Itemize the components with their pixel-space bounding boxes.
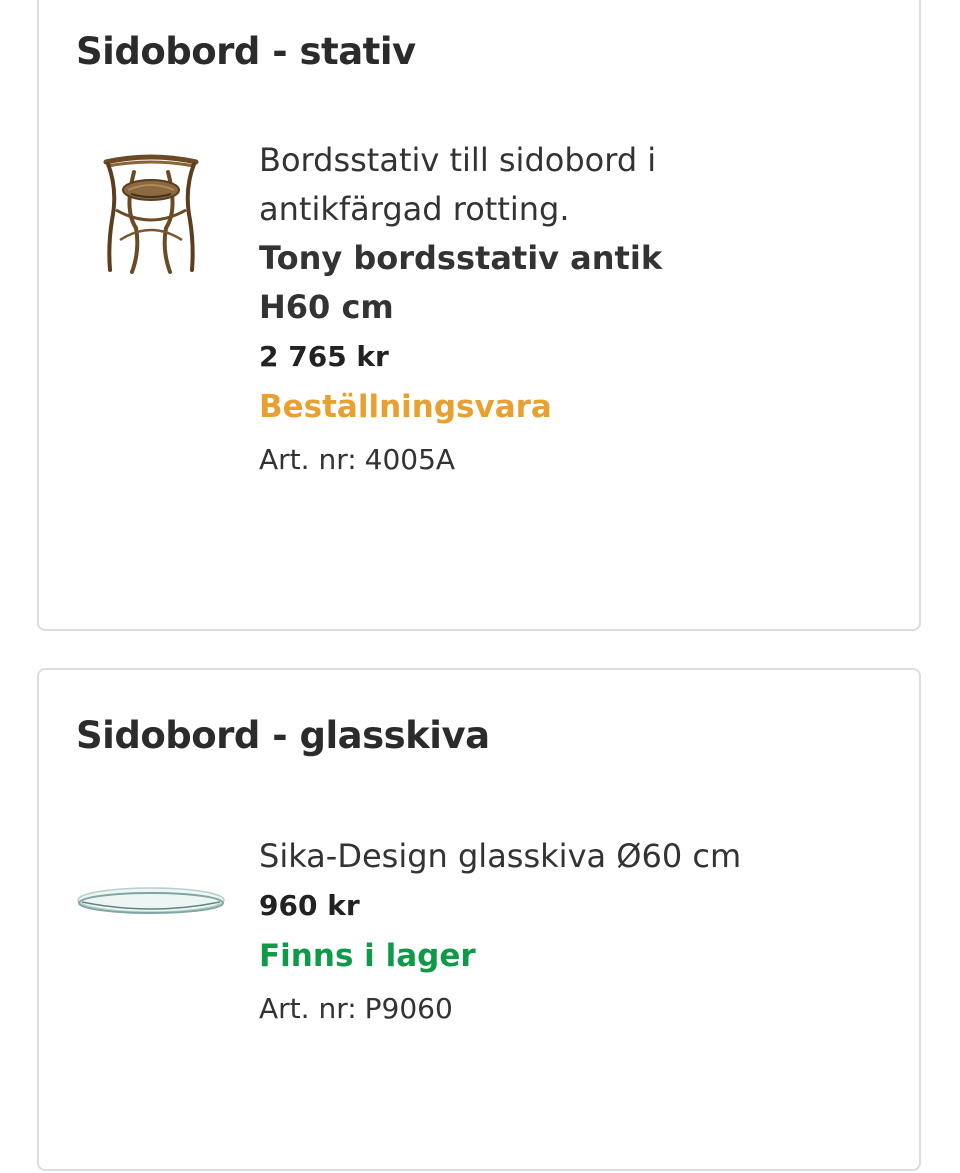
article-number-label: Art. nr: [259,992,357,1025]
product-card-table-base: Sidobord - stativ Bordsstativ till sidob… [37,0,921,631]
section-title: Sidobord - stativ [76,30,416,73]
article-number: Art. nr: P9060 [259,981,739,1037]
section-title: Sidobord - glasskiva [76,714,490,757]
rattan-table-base-image[interactable] [76,150,226,280]
glass-tabletop-icon [77,887,225,914]
article-number-value: 4005A [364,443,456,476]
product-name-link[interactable]: Tony bordsstativ antik H60 cm [259,234,739,332]
product-name-link[interactable]: Sika-Design glasskiva Ø60 cm [259,832,759,881]
product-card-glass-top: Sidobord - glasskiva Sika-Design glasski… [37,668,921,1171]
article-number: Art. nr: 4005A [259,432,739,488]
product-price: 960 kr [259,889,360,922]
glass-tabletop-image[interactable] [76,880,226,920]
article-number-label: Art. nr: [259,443,357,476]
stock-status: Finns i lager [259,938,476,974]
stock-status: Beställningsvara [259,389,552,425]
article-number-value: P9060 [364,992,453,1025]
product-price: 2 765 kr [259,340,389,373]
rattan-table-base-icon [103,154,199,274]
product-info: Sika-Design glasskiva Ø60 cm 960 kr Finn… [259,832,741,1037]
product-description: Bordsstativ till sidobord i antikfärgad … [259,141,657,228]
product-info: Bordsstativ till sidobord i antikfärgad … [259,136,739,488]
